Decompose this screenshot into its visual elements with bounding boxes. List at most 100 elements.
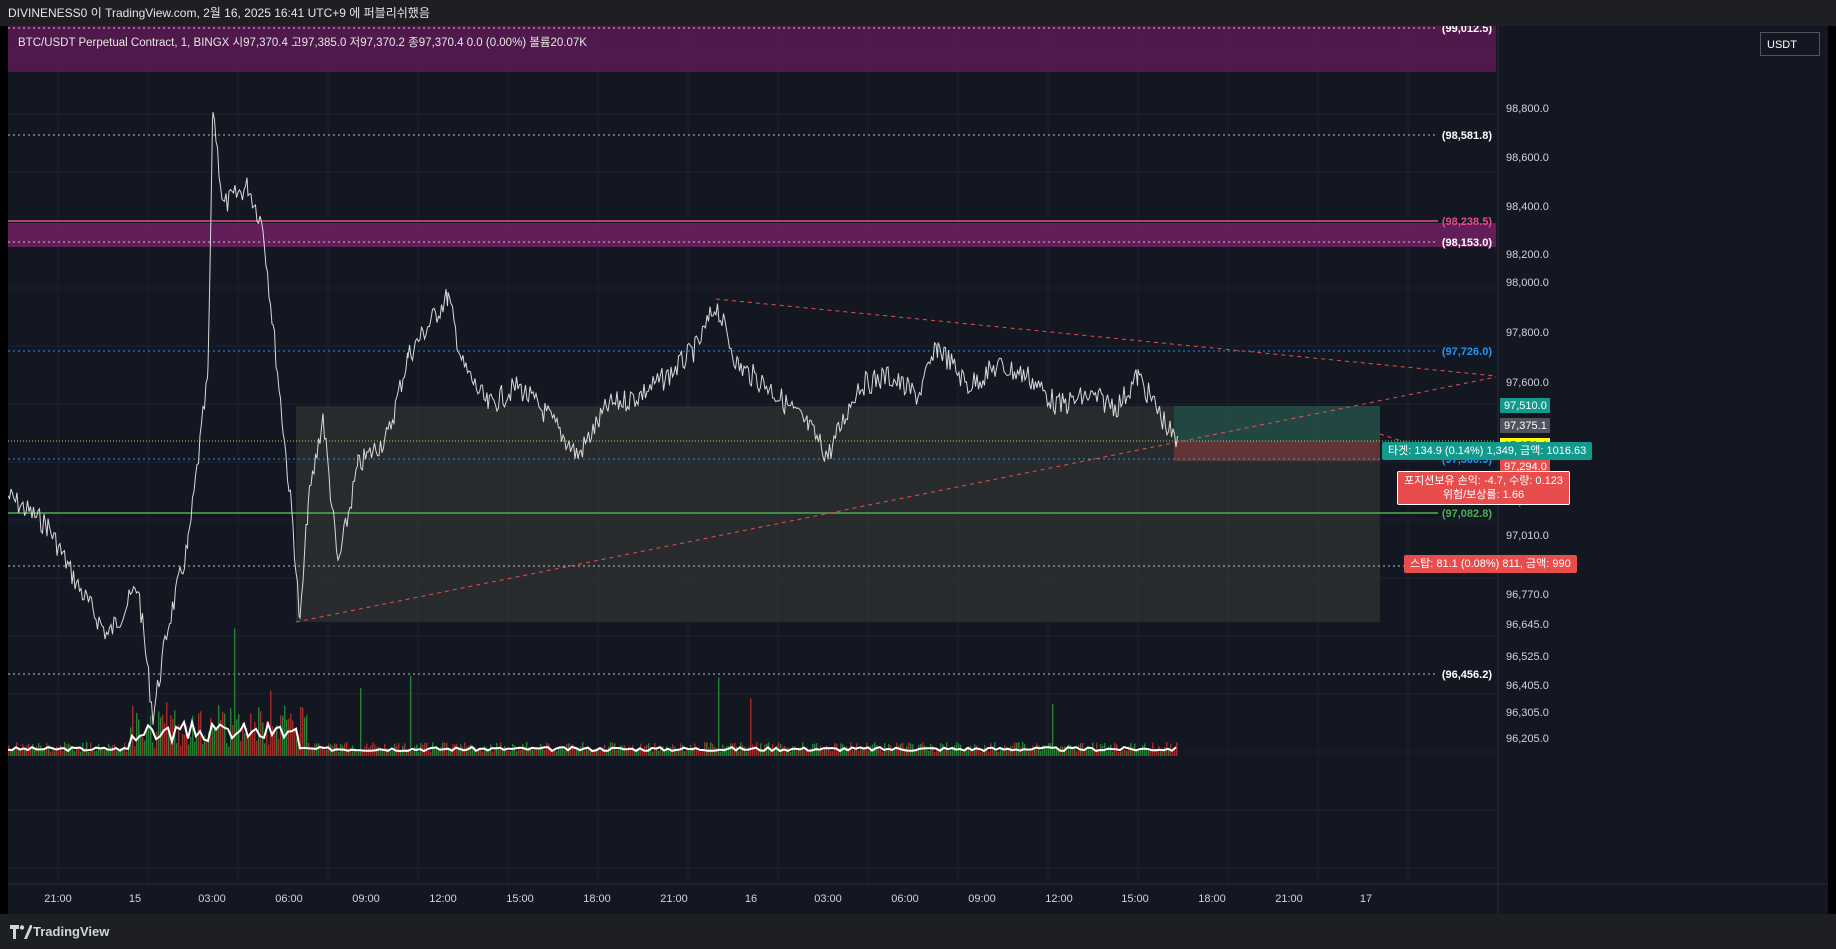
volume-bar (678, 750, 680, 756)
volume-bar (148, 726, 150, 756)
time-tick: 12:00 (429, 893, 457, 905)
volume-bar (430, 751, 432, 756)
volume-bar (140, 736, 142, 756)
volume-bar (228, 746, 230, 756)
volume-bar (98, 744, 100, 756)
volume-bar (256, 740, 258, 756)
level-98581-label: (98,581.8) (1442, 130, 1492, 142)
chart-area[interactable]: (99,012.5) (98,581.8) (98,238.5) (98,153.0)… (8, 26, 1828, 914)
volume-bar (318, 743, 320, 756)
volume-bar (612, 742, 614, 756)
volume-bar (496, 743, 498, 756)
price-tick: 98,600.0 (1506, 152, 1549, 164)
volume-bar (158, 711, 160, 756)
volume-bar (1036, 743, 1038, 756)
volume-bar (50, 751, 52, 756)
volume-bar (372, 742, 374, 756)
volume-bar (706, 742, 708, 756)
volume-bar (666, 746, 668, 756)
volume-bar (104, 750, 106, 756)
volume-bar (22, 744, 24, 756)
volume-bar (116, 750, 118, 756)
volume-bars (8, 628, 1178, 756)
volume-bar (614, 743, 616, 756)
volume-bar (274, 730, 276, 756)
volume-bar (808, 751, 810, 756)
volume-bar (224, 713, 226, 756)
volume-bar (738, 751, 740, 756)
price-tick: 97,800.0 (1506, 327, 1549, 339)
volume-bar (432, 742, 434, 756)
volume-bar (342, 745, 344, 756)
volume-bar (218, 705, 220, 756)
volume-bar (378, 746, 380, 756)
volume-bar (978, 749, 980, 756)
volume-bar (622, 745, 624, 756)
volume-bar (190, 737, 192, 756)
target-info-label: 타겟: 134.9 (0.14%) 1,349, 금액: 1016.63 (1382, 442, 1593, 460)
volume-bar (898, 745, 900, 756)
tradingview-logo-icon (10, 925, 32, 939)
volume-bar (702, 750, 704, 756)
volume-bar (54, 751, 56, 756)
volume-bar (1032, 745, 1034, 756)
volume-bar (926, 749, 928, 756)
volume-bar (732, 743, 734, 756)
volume-bar (626, 750, 628, 756)
volume-bar (254, 722, 256, 756)
volume-bar (286, 719, 288, 756)
volume-bar (338, 751, 340, 756)
volume-bar (790, 751, 792, 756)
time-tick: 06:00 (891, 893, 919, 905)
volume-bar (804, 749, 806, 756)
volume-bar (508, 751, 510, 756)
volume-bar (514, 745, 516, 756)
price-tick: 96,205.0 (1506, 733, 1549, 745)
volume-bar (470, 744, 472, 756)
volume-bar (620, 745, 622, 756)
time-tick: 18:00 (1198, 893, 1226, 905)
volume-bar (448, 749, 450, 756)
time-tick: 21:00 (1275, 893, 1303, 905)
volume-bar (74, 751, 76, 756)
currency-unit-button[interactable]: USDT (1760, 32, 1820, 56)
volume-bar (356, 751, 358, 756)
price-chart[interactable]: (99,012.5) (98,581.8) (98,238.5) (98,153.0)… (8, 26, 1828, 914)
volume-bar (306, 715, 308, 756)
volume-bar (908, 742, 910, 756)
volume-bar (1142, 745, 1144, 756)
time-tick: 12:00 (1045, 893, 1073, 905)
volume-bar (590, 751, 592, 756)
volume-bar (710, 742, 712, 756)
volume-bar (106, 750, 108, 756)
volume-bar (146, 729, 148, 756)
volume-bar (750, 698, 752, 756)
volume-bar (456, 743, 458, 756)
volume-bar (544, 749, 546, 756)
level-97726-label: (97,726.0) (1442, 346, 1492, 358)
time-tick: 03:00 (198, 893, 226, 905)
volume-bar (368, 747, 370, 756)
publish-header-text: DIVINENESS0 이 TradingView.com, 2월 16, 20… (8, 6, 430, 20)
volume-bar (434, 748, 436, 756)
volume-bar (852, 749, 854, 756)
price-tick: 97,010.0 (1506, 530, 1549, 542)
volume-bar (86, 742, 88, 756)
volume-bar (392, 750, 394, 756)
volume-bar (60, 745, 62, 756)
volume-bar (494, 749, 496, 756)
volume-bar (292, 720, 294, 756)
volume-bar (56, 746, 58, 756)
volume-bar (700, 751, 702, 756)
volume-bar (920, 743, 922, 756)
volume-bar (1146, 749, 1148, 756)
level-96456-label: (96,456.2) (1442, 669, 1492, 681)
volume-bar (918, 744, 920, 756)
volume-bar (1048, 743, 1050, 756)
volume-bar (410, 675, 412, 756)
volume-bar (188, 744, 190, 756)
time-tick: 21:00 (660, 893, 688, 905)
volume-bar (988, 751, 990, 756)
volume-bar (588, 749, 590, 756)
volume-bar (600, 750, 602, 756)
